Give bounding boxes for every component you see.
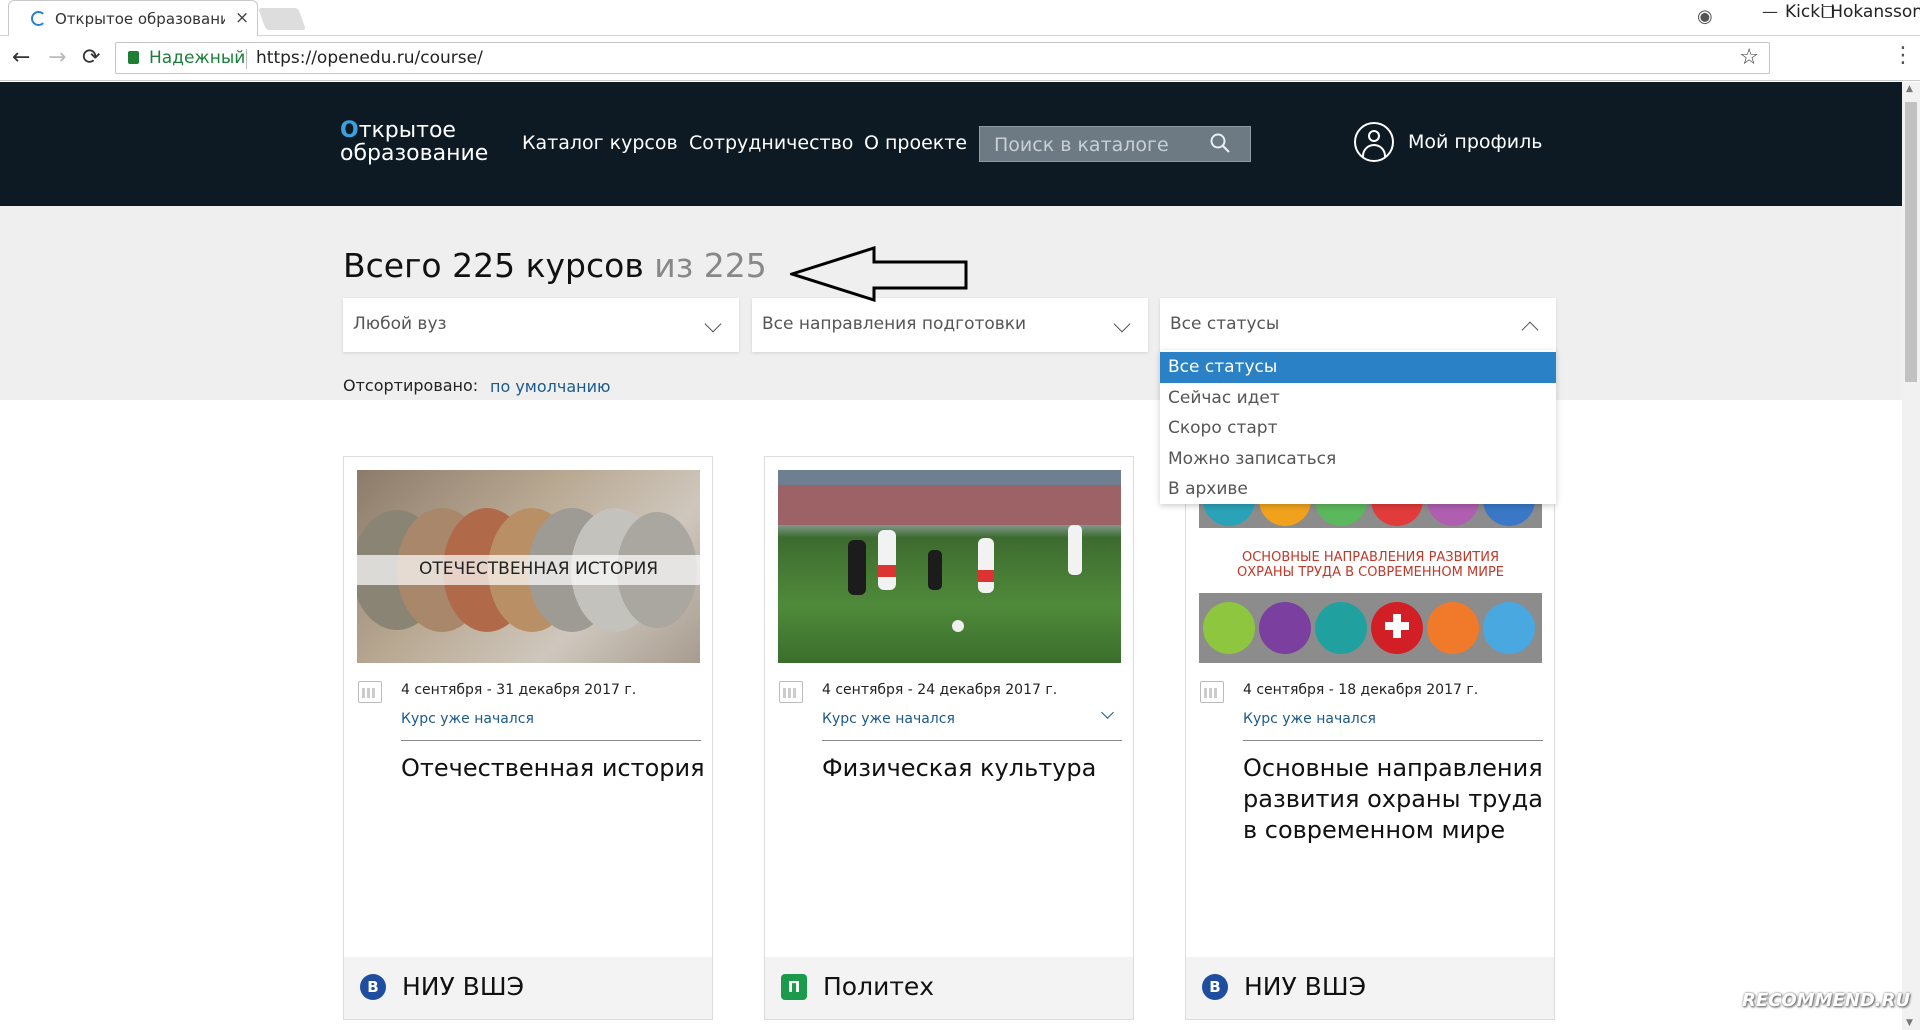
university-select[interactable]: Любой вуз <box>343 298 739 352</box>
course-count: Всего 225 курсов из 225 <box>343 246 767 285</box>
my-profile-link[interactable]: Мой профиль <box>1408 131 1542 153</box>
search-input[interactable]: Поиск в каталоге <box>979 126 1251 162</box>
nav-catalog[interactable]: Каталог курсов <box>522 132 678 154</box>
status-select-value: Все статусы <box>1170 314 1280 334</box>
browser-menu-icon[interactable]: ⋮ <box>1892 43 1914 68</box>
site-header: Открытое образование Каталог курсов Сотр… <box>0 82 1902 206</box>
site-logo[interactable]: Открытое образование <box>340 119 488 165</box>
status-select[interactable]: Все статусы <box>1160 298 1556 352</box>
divider <box>401 740 701 741</box>
university-name: НИУ ВШЭ <box>1244 972 1367 1001</box>
back-icon[interactable]: ← <box>12 45 30 70</box>
status-option-enroll[interactable]: Можно записаться <box>1160 444 1556 475</box>
divider <box>822 740 1122 741</box>
football-illustration <box>778 470 1121 632</box>
university-name: НИУ ВШЭ <box>402 972 525 1001</box>
calendar-icon <box>358 681 382 703</box>
course-university[interactable]: П Политех <box>765 957 1133 1019</box>
divider <box>1243 740 1543 741</box>
search-icon[interactable] <box>1210 133 1230 153</box>
course-dates: 4 сентября - 31 декабря 2017 г. <box>401 682 637 698</box>
course-status: Курс уже начался <box>822 711 955 727</box>
polytech-logo-icon: П <box>781 974 807 1000</box>
status-option-soon[interactable]: Скоро старт <box>1160 413 1556 444</box>
search-placeholder: Поиск в каталоге <box>994 134 1169 156</box>
url-text[interactable]: https://openedu.ru/course/ <box>256 48 483 68</box>
chevron-down-icon[interactable] <box>1101 706 1114 719</box>
course-university[interactable]: В НИУ ВШЭ <box>1186 957 1554 1019</box>
nav-cooperation[interactable]: Сотрудничество <box>689 132 853 154</box>
secure-label: Надежный <box>149 48 246 68</box>
course-title[interactable]: Основные направления развития охраны тру… <box>1243 753 1548 846</box>
scroll-down-icon[interactable]: ▼ <box>1906 1018 1913 1028</box>
browser-toolbar: ← → ⟳ Надежный https://openedu.ru/course… <box>0 37 1920 81</box>
course-title[interactable]: Физическая культура <box>822 753 1127 784</box>
reload-icon[interactable]: ⟳ <box>82 45 100 70</box>
sorted-label: Отсортировано: <box>343 376 479 395</box>
watermark: RECOMMEND.RU <box>1742 990 1911 1011</box>
address-bar[interactable]: Надежный https://openedu.ru/course/ ☆ <box>115 42 1770 74</box>
bookmark-star-icon[interactable]: ☆ <box>1739 45 1759 70</box>
course-title[interactable]: Отечественная история <box>401 753 706 784</box>
loading-spinner-icon <box>31 11 46 26</box>
course-image-caption: ОТЕЧЕСТВЕННАЯ ИСТОРИЯ <box>419 559 659 579</box>
close-tab-icon[interactable]: × <box>235 8 249 28</box>
nav-about[interactable]: О проекте <box>864 132 967 154</box>
browser-tab-bar: Открытое образование × ◉ — Kicki Hokanss… <box>0 0 1920 36</box>
course-university[interactable]: В НИУ ВШЭ <box>344 957 712 1019</box>
page-scrollbar[interactable]: ▲ ▼ <box>1902 82 1920 1030</box>
sort-order-link[interactable]: по умолчанию <box>490 377 610 396</box>
annotation-arrow-icon <box>790 246 968 302</box>
hse-logo-icon: В <box>1202 974 1228 1000</box>
lock-icon <box>128 51 139 64</box>
logo-o: О <box>340 118 359 143</box>
browser-tab[interactable]: Открытое образование × <box>8 0 258 36</box>
logo-line2: образование <box>340 141 489 166</box>
university-name: Политех <box>823 972 935 1001</box>
direction-select-value: Все направления подготовки <box>762 314 1027 334</box>
calendar-icon <box>1200 681 1224 703</box>
browser-profile-icon[interactable]: ◉ <box>1697 6 1717 27</box>
course-count-of: из 225 <box>654 246 767 285</box>
course-dates: 4 сентября - 18 декабря 2017 г. <box>1243 682 1479 698</box>
course-image[interactable]: ОТЕЧЕСТВЕННАЯ ИСТОРИЯ <box>357 470 700 663</box>
university-select-value: Любой вуз <box>353 314 447 334</box>
status-option-ongoing[interactable]: Сейчас идет <box>1160 383 1556 414</box>
status-option-archive[interactable]: В архиве <box>1160 474 1556 505</box>
calendar-icon <box>779 681 803 703</box>
course-card[interactable]: ОСНОВНЫЕ НАПРАВЛЕНИЯ РАЗВИТИЯ ОХРАНЫ ТРУ… <box>1185 456 1555 1020</box>
chevron-down-icon <box>704 315 722 333</box>
minimize-icon[interactable]: — <box>1762 2 1778 21</box>
scroll-up-icon[interactable]: ▲ <box>1906 84 1913 94</box>
course-list: ОТЕЧЕСТВЕННАЯ ИСТОРИЯ 4 сентября - 31 де… <box>0 400 1902 1030</box>
course-image[interactable] <box>778 470 1121 663</box>
course-count-total: Всего 225 курсов <box>343 246 644 285</box>
tab-title: Открытое образование <box>55 10 225 28</box>
filters-section: Всего 225 курсов из 225 Любой вуз Все на… <box>0 206 1902 400</box>
avatar-icon[interactable] <box>1354 122 1394 162</box>
course-card[interactable]: ОТЕЧЕСТВЕННАЯ ИСТОРИЯ 4 сентября - 31 де… <box>343 456 713 1020</box>
course-dates: 4 сентября - 24 декабря 2017 г. <box>822 682 1058 698</box>
course-card[interactable]: 4 сентября - 24 декабря 2017 г. Курс уже… <box>764 456 1134 1020</box>
chevron-down-icon <box>1113 315 1131 333</box>
forward-icon[interactable]: → <box>48 45 66 70</box>
scrollbar-thumb[interactable] <box>1905 102 1917 382</box>
logo-line1: ткрытое <box>358 118 456 143</box>
new-tab-button[interactable] <box>257 8 307 30</box>
direction-select[interactable]: Все направления подготовки <box>752 298 1148 352</box>
browser-user-name: Kicki Hokansson <box>1785 2 1920 22</box>
status-option-all[interactable]: Все статусы <box>1160 352 1556 383</box>
course-status: Курс уже начался <box>1243 711 1376 727</box>
hse-logo-icon: В <box>360 974 386 1000</box>
course-status: Курс уже начался <box>401 711 534 727</box>
course-image-caption: ОСНОВНЫЕ НАПРАВЛЕНИЯ РАЗВИТИЯ ОХРАНЫ ТРУ… <box>1236 550 1505 580</box>
divider <box>246 49 247 69</box>
chevron-up-icon <box>1521 321 1539 339</box>
status-dropdown-list: Все статусы Сейчас идет Скоро старт Можн… <box>1160 350 1556 504</box>
